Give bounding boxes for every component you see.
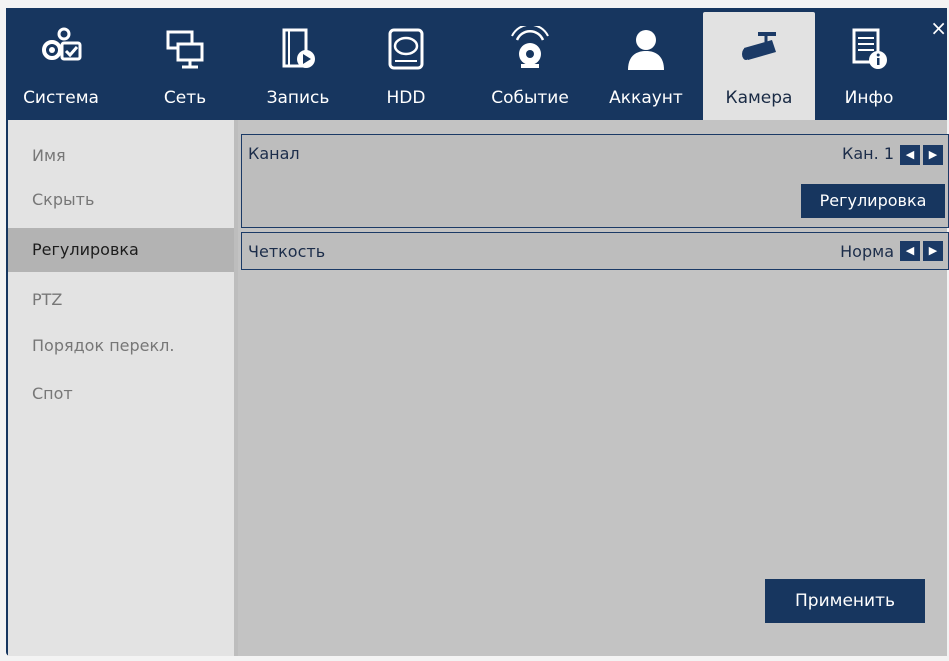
tab-account[interactable]: Аккаунт [600,12,692,120]
user-icon [623,26,669,72]
channel-value: Кан. 1 [842,144,894,163]
close-icon[interactable]: × [930,16,947,40]
channel-row: Канал Кан. 1 ◀ ▶ Регулировка [241,134,949,228]
info-icon [846,26,892,72]
sidebar-item-ptz[interactable]: PTZ [8,278,234,322]
network-icon [162,26,208,72]
clarity-label: Четкость [248,242,326,261]
hdd-icon [383,26,429,72]
sidebar-item-hide[interactable]: Скрыть [8,178,234,222]
tab-hdd[interactable]: HDD [376,12,436,120]
tab-network[interactable]: Сеть [152,12,218,120]
sidebar-item-sequence[interactable]: Порядок перекл. [8,324,234,368]
tab-info[interactable]: Инфо [834,12,904,120]
tab-event[interactable]: Событие [480,12,580,120]
alarm-icon [507,23,553,72]
channel-next-button[interactable]: ▶ [923,145,943,165]
tab-label: Инфо [844,88,894,108]
channel-label: Канал [248,144,300,163]
settings-window: Система Сеть Запись HDD Событие Аккаунт … [6,8,949,656]
tab-label: HDD [386,88,426,108]
content-area: Имя Скрыть Регулировка PTZ Порядок перек… [8,120,949,656]
apply-button[interactable]: Применить [765,579,925,623]
main-panel: Канал Кан. 1 ◀ ▶ Регулировка Четкость Но… [238,120,949,656]
tab-record[interactable]: Запись [256,12,340,120]
tab-camera[interactable]: Камера [703,12,815,120]
record-icon [275,26,321,72]
adjust-button[interactable]: Регулировка [801,184,945,218]
clarity-row: Четкость Норма ◀ ▶ [241,232,949,270]
clarity-value: Норма [840,242,894,261]
clarity-next-button[interactable]: ▶ [923,241,943,261]
clarity-prev-button[interactable]: ◀ [900,241,920,261]
sidebar-item-name[interactable]: Имя [8,134,234,178]
channel-prev-button[interactable]: ◀ [900,145,920,165]
tab-system[interactable]: Система [10,12,112,120]
camera-icon [736,26,782,72]
tab-label: Аккаунт [609,88,683,108]
tab-label: Система [23,88,99,108]
sidebar-item-adjust[interactable]: Регулировка [8,228,234,272]
tab-label: Сеть [163,88,207,108]
tab-label: Запись [266,88,330,108]
settings-icon [38,26,84,72]
sidebar-item-spot[interactable]: Спот [8,372,234,416]
tab-label: Камера [725,88,793,108]
tab-label: Событие [491,88,569,108]
top-navigation: Система Сеть Запись HDD Событие Аккаунт … [6,8,947,120]
sidebar: Имя Скрыть Регулировка PTZ Порядок перек… [8,120,234,656]
